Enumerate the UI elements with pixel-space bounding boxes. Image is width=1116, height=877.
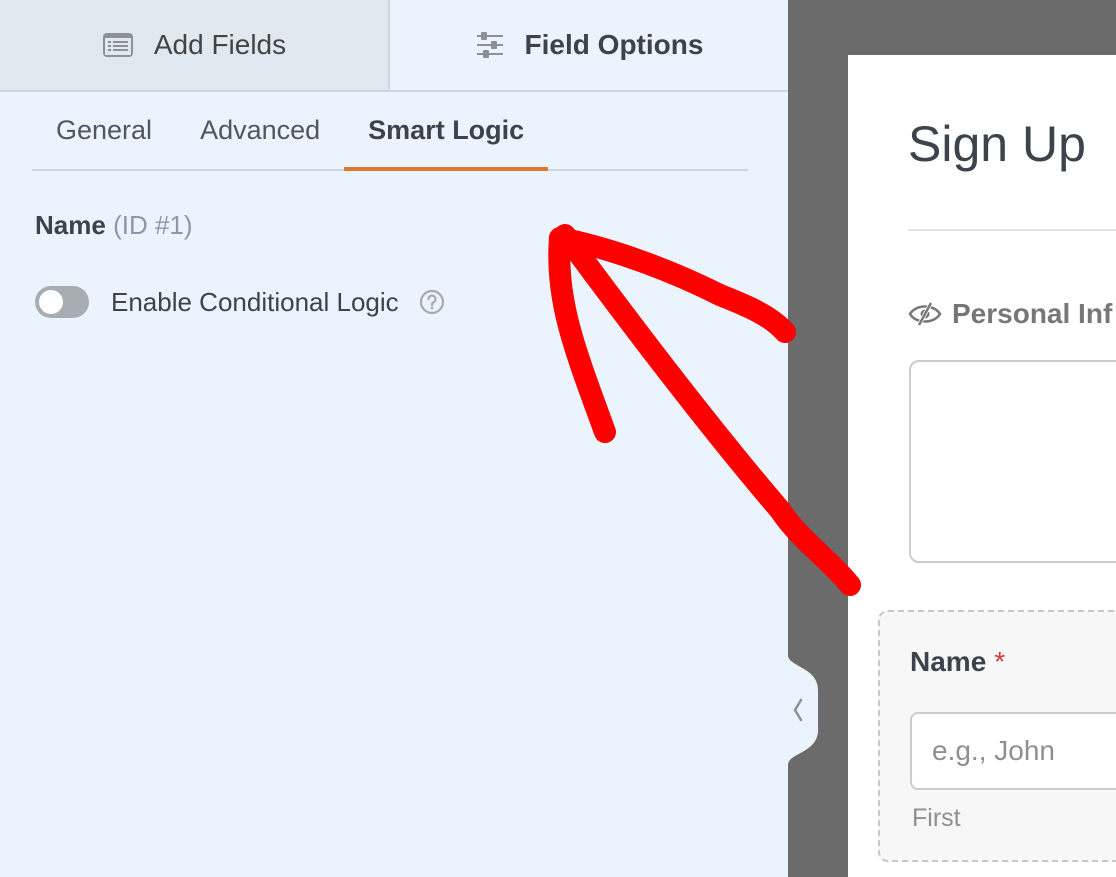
form-preview: Sign Up Personal Inf Name * e.g., John Fi… bbox=[848, 55, 1116, 877]
section-heading[interactable]: Personal Inf bbox=[908, 298, 1112, 330]
first-name-sublabel: First bbox=[912, 804, 961, 832]
collapse-panel-button[interactable] bbox=[788, 655, 820, 765]
options-subtabs: General Advanced Smart Logic bbox=[32, 92, 748, 171]
conditional-logic-label: Enable Conditional Logic bbox=[111, 286, 399, 317]
tab-field-options-label: Field Options bbox=[524, 29, 704, 60]
field-heading: Name (ID #1) bbox=[35, 210, 193, 241]
name-field-label-text: Name bbox=[910, 646, 987, 677]
field-name: Name bbox=[35, 210, 106, 240]
subtab-general[interactable]: General bbox=[32, 92, 176, 169]
field-options-panel: Add Fields Field Options General Advance… bbox=[0, 0, 788, 877]
tab-field-options[interactable]: Field Options bbox=[390, 0, 788, 90]
panel-tabs: Add Fields Field Options bbox=[0, 0, 788, 92]
field-id: (ID #1) bbox=[113, 210, 193, 240]
first-name-input[interactable]: e.g., John bbox=[910, 712, 1116, 790]
tab-add-fields[interactable]: Add Fields bbox=[0, 0, 390, 90]
content-block[interactable] bbox=[909, 360, 1116, 563]
tab-add-fields-label: Add Fields bbox=[153, 29, 287, 60]
subtab-advanced[interactable]: Advanced bbox=[176, 92, 344, 169]
name-field-label: Name * bbox=[910, 646, 1005, 678]
conditional-logic-toggle[interactable] bbox=[35, 286, 89, 318]
sliders-icon bbox=[475, 31, 505, 59]
subtab-smart-logic[interactable]: Smart Logic bbox=[344, 92, 549, 171]
list-icon bbox=[102, 32, 134, 58]
question-circle-icon[interactable] bbox=[419, 289, 445, 315]
required-marker: * bbox=[994, 646, 1006, 677]
title-divider bbox=[908, 229, 1116, 231]
section-label: Personal Inf bbox=[952, 298, 1113, 329]
name-field-block[interactable]: Name * e.g., John First bbox=[878, 610, 1116, 862]
eye-hidden-icon bbox=[908, 302, 942, 326]
conditional-logic-row: Enable Conditional Logic bbox=[35, 286, 445, 318]
form-title: Sign Up bbox=[908, 116, 1086, 172]
